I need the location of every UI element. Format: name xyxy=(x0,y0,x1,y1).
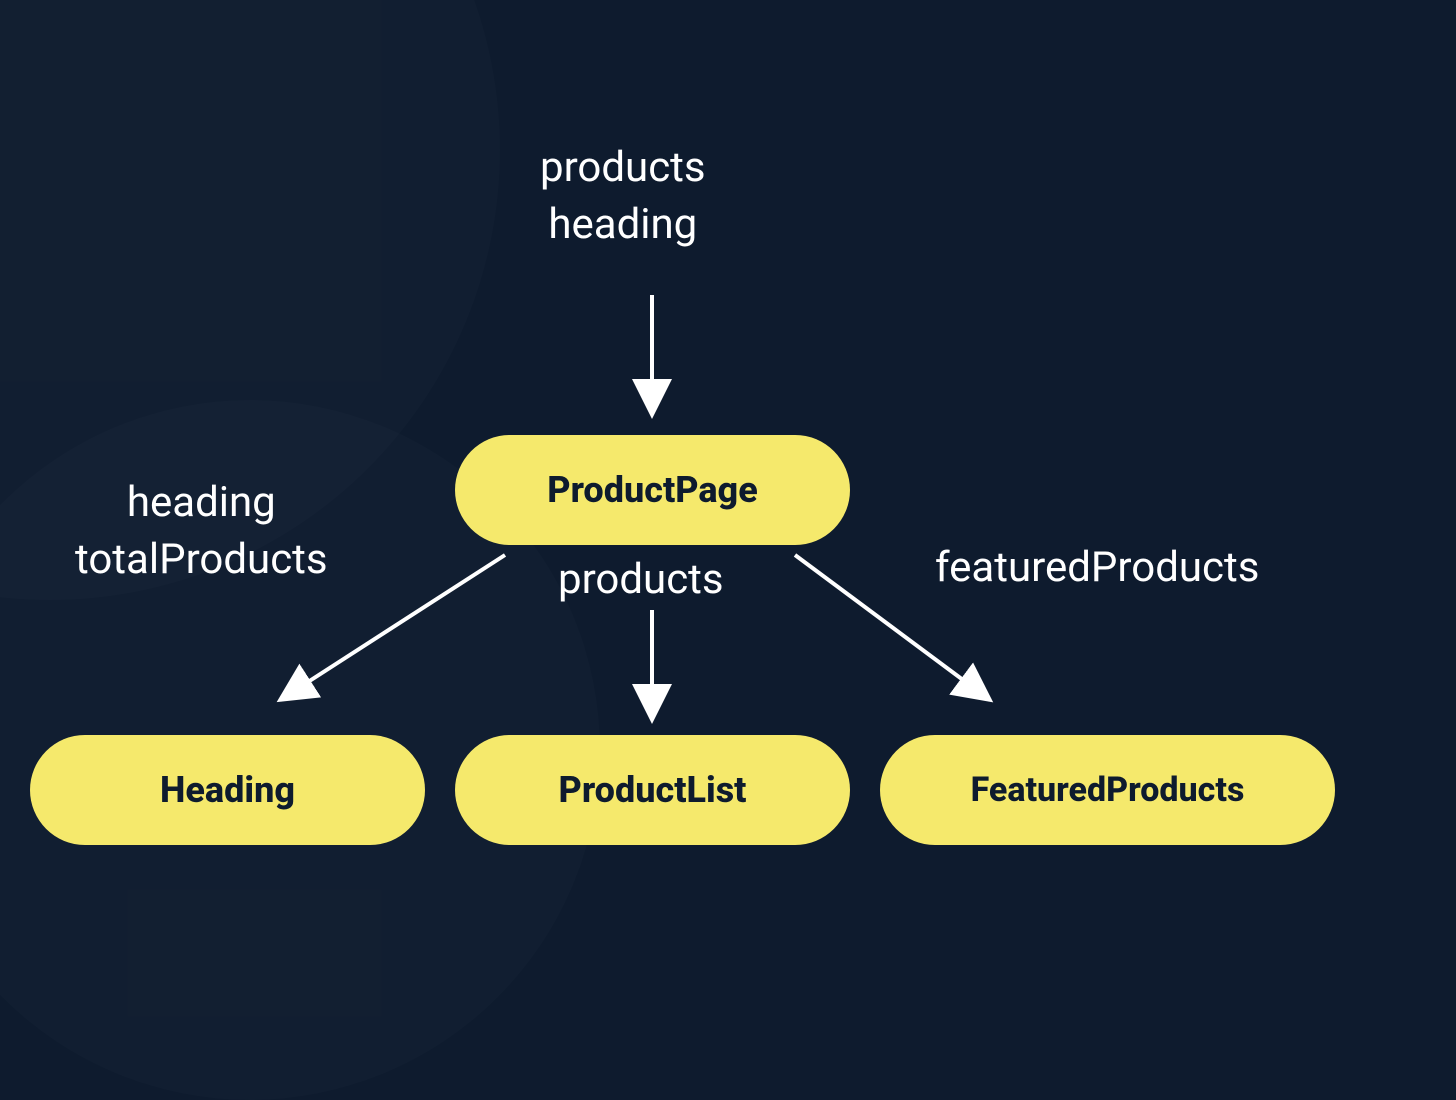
top-props-label: products heading xyxy=(540,140,706,253)
node-featured-products: FeaturedProducts xyxy=(880,735,1335,845)
node-label: Heading xyxy=(160,769,295,811)
left-props-label: heading totalProducts xyxy=(75,475,328,588)
label-line: heading xyxy=(548,200,697,249)
label-line: products xyxy=(540,143,706,192)
label-line: heading xyxy=(127,478,276,527)
node-product-page: ProductPage xyxy=(455,435,850,545)
node-label: ProductList xyxy=(559,769,747,811)
node-heading: Heading xyxy=(30,735,425,845)
label-line: products xyxy=(558,555,724,604)
label-line: featuredProducts xyxy=(935,543,1259,592)
label-line: totalProducts xyxy=(75,535,328,584)
mid-props-label: products xyxy=(558,552,724,609)
node-product-list: ProductList xyxy=(455,735,850,845)
right-props-label: featuredProducts xyxy=(935,540,1259,597)
node-label: ProductPage xyxy=(547,469,757,511)
node-label: FeaturedProducts xyxy=(971,770,1245,810)
